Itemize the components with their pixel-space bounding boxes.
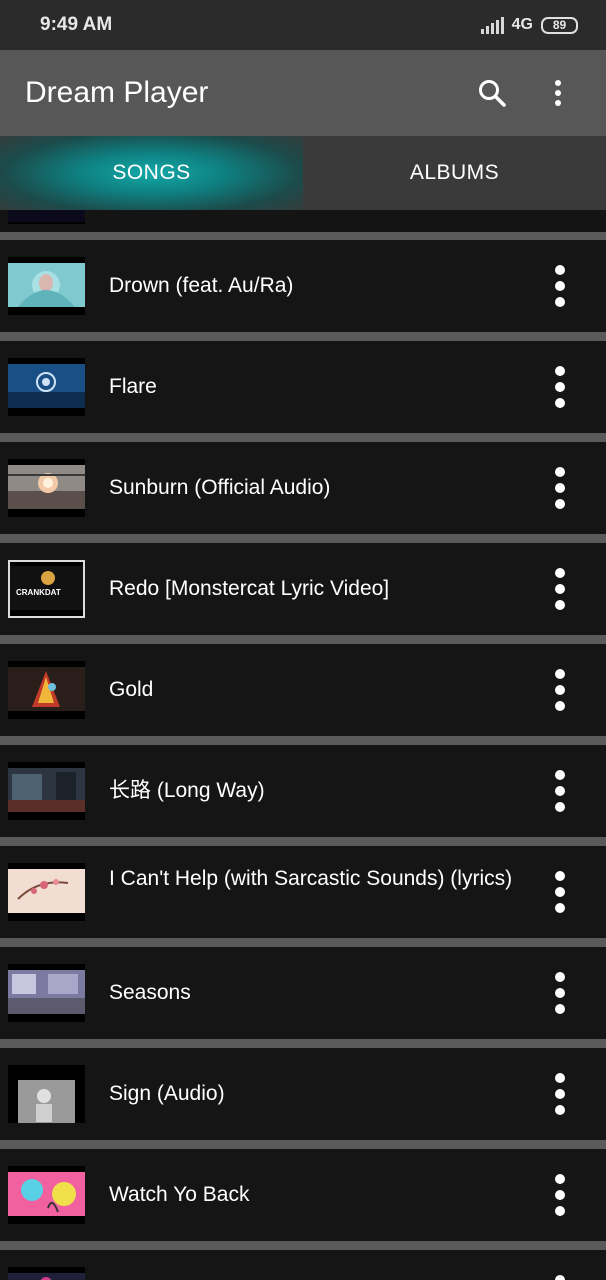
song-more-button[interactable] — [540, 1272, 580, 1280]
song-thumbnail — [8, 964, 85, 1022]
song-title: Gold — [109, 678, 154, 701]
more-vert-icon — [555, 80, 561, 106]
song-title: Flare — [109, 375, 157, 398]
battery-icon: 89 — [541, 16, 578, 34]
song-title: Sunburn (Official Audio) — [109, 476, 331, 499]
song-title: I Can't Help (with Sarcastic Sounds) (ly… — [109, 867, 513, 890]
song-thumbnail — [8, 257, 85, 315]
song-list[interactable]: Drown (feat. Au/Ra) Flare Sunburn (Offic… — [0, 210, 606, 1280]
song-title: Redo [Monstercat Lyric Video] — [109, 577, 390, 600]
song-more-button[interactable] — [540, 666, 580, 714]
song-thumbnail — [8, 863, 85, 921]
list-item-partial[interactable] — [0, 210, 606, 232]
song-title: Watch Yo Back — [109, 1183, 250, 1206]
song-title: Drown (feat. Au/Ra) — [109, 274, 294, 297]
song-row[interactable]: CRANKDAT Redo [Monstercat Lyric Video] — [0, 543, 606, 635]
status-bar: 9:49 AM 4G 89 — [0, 0, 606, 50]
song-more-button[interactable] — [540, 767, 580, 815]
song-row[interactable]: I Can't Help (with Sarcastic Sounds) (ly… — [0, 846, 606, 938]
song-more-button[interactable] — [540, 969, 580, 1017]
song-thumbnail — [8, 762, 85, 820]
song-row[interactable]: Flare — [0, 341, 606, 433]
battery-level: 89 — [552, 18, 567, 32]
song-row[interactable]: Sunburn (Official Audio) — [0, 442, 606, 534]
song-title: Seasons — [109, 981, 191, 1004]
song-more-button[interactable] — [540, 262, 580, 310]
song-more-button[interactable] — [540, 565, 580, 613]
song-row[interactable]: Sign (Audio) — [0, 1048, 606, 1140]
song-thumbnail — [8, 1166, 85, 1224]
song-thumbnail — [8, 661, 85, 719]
tab-songs[interactable]: SONGS — [0, 136, 303, 210]
song-thumbnail: CRANKDAT — [8, 560, 85, 618]
song-row[interactable]: Drown (feat. Au/Ra) — [0, 240, 606, 332]
song-row[interactable] — [0, 1250, 606, 1280]
song-more-button[interactable] — [540, 1171, 580, 1219]
song-more-button[interactable] — [540, 363, 580, 411]
thumbnail-text: CRANKDAT — [16, 588, 61, 597]
search-icon — [479, 80, 506, 107]
song-thumbnail — [8, 459, 85, 517]
song-title: 长路 (Long Way) — [109, 779, 265, 802]
status-time: 9:49 AM — [40, 14, 113, 35]
song-more-button[interactable] — [540, 868, 580, 916]
song-thumbnail — [8, 358, 85, 416]
song-row[interactable]: Watch Yo Back — [0, 1149, 606, 1241]
signal-icon — [480, 16, 504, 34]
search-button[interactable] — [468, 69, 516, 117]
app-title: Dream Player — [25, 76, 209, 109]
song-row[interactable]: Seasons — [0, 947, 606, 1039]
album-thumbnail — [8, 210, 85, 224]
song-more-button[interactable] — [540, 464, 580, 512]
song-more-button[interactable] — [540, 1070, 580, 1118]
song-title: Sign (Audio) — [109, 1082, 225, 1105]
app-bar: Dream Player — [0, 50, 606, 136]
overflow-menu-button[interactable] — [534, 69, 582, 117]
network-type: 4G — [511, 16, 533, 33]
tab-bar: SONGS ALBUMS — [0, 136, 606, 210]
song-row[interactable]: Gold — [0, 644, 606, 736]
song-thumbnail — [8, 1065, 85, 1123]
status-indicators: 4G 89 — [480, 16, 578, 34]
tab-albums[interactable]: ALBUMS — [303, 136, 606, 210]
song-row[interactable]: 长路 (Long Way) — [0, 745, 606, 837]
song-thumbnail — [8, 1267, 85, 1280]
